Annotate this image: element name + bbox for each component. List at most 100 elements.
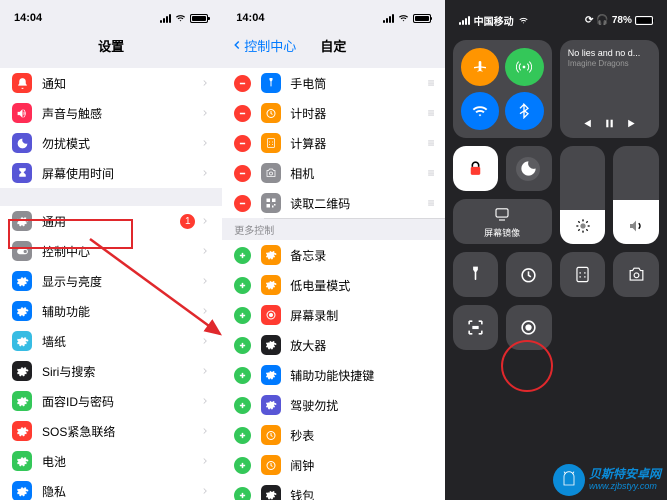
page-title: 自定 (320, 36, 346, 55)
lowpower-icon (261, 275, 281, 295)
sound-icon (12, 103, 32, 123)
battery-icon (635, 16, 653, 25)
settings-row[interactable]: 电池 (0, 446, 222, 476)
do-not-disturb-button[interactable] (506, 146, 552, 191)
control-row[interactable]: 驾驶勿扰 (222, 390, 444, 420)
settings-row[interactable]: 墙纸 (0, 326, 222, 356)
remove-button[interactable] (234, 165, 251, 182)
drag-handle-icon[interactable]: ≡ (428, 136, 433, 150)
add-button[interactable] (234, 487, 251, 500)
add-button[interactable] (234, 337, 251, 354)
settings-row[interactable]: 通知 (0, 68, 222, 98)
drag-handle-icon[interactable]: ≡ (428, 76, 433, 90)
control-row[interactable]: 读取二维码 ≡ (222, 188, 444, 218)
row-label: 秒表 (290, 427, 432, 444)
timer-button[interactable] (506, 252, 552, 297)
battery-icon (12, 451, 32, 471)
control-row[interactable]: 秒表 (222, 420, 444, 450)
add-button[interactable] (234, 367, 251, 384)
control-row[interactable]: 放大器 (222, 330, 444, 360)
control-row[interactable]: 备忘录 (222, 240, 444, 270)
screen-record-button[interactable] (506, 305, 552, 350)
screenshot-control-center-panel: 中国移动 ⟳🎧78% No lies and no d... Imagine D… (445, 0, 667, 500)
settings-row[interactable]: SOS紧急联络 (0, 416, 222, 446)
control-row[interactable]: 辅助功能快捷键 (222, 360, 444, 390)
control-row[interactable]: 相机 ≡ (222, 158, 444, 188)
flashlight-button[interactable] (453, 252, 499, 297)
play-icon[interactable] (603, 117, 616, 130)
add-button[interactable] (234, 427, 251, 444)
watermark: 贝斯特安卓网www.zjbstyy.com (553, 464, 661, 496)
chevron-icon (200, 274, 210, 288)
remove-button[interactable] (234, 75, 251, 92)
control-row[interactable]: 闹钟 (222, 450, 444, 480)
add-button[interactable] (234, 397, 251, 414)
prev-icon[interactable] (580, 117, 593, 130)
settings-row[interactable]: 通用 1 (0, 206, 222, 236)
connectivity-tile[interactable] (453, 40, 552, 138)
control-row[interactable]: 钱包 (222, 480, 444, 500)
control-row[interactable]: 手电筒 ≡ (222, 68, 444, 98)
chevron-icon (200, 76, 210, 90)
settings-list: 通知 声音与触感 勿扰模式 屏幕使用时间 通用 1 控制中心 显示与亮度 辅助功… (0, 68, 222, 500)
remove-button[interactable] (234, 195, 251, 212)
camera-icon (261, 163, 281, 183)
qr-scan-button[interactable] (453, 305, 499, 350)
status-bar: 14:04 (0, 0, 222, 30)
add-button[interactable] (234, 247, 251, 264)
volume-slider[interactable] (613, 146, 659, 244)
bluetooth-button[interactable] (505, 92, 544, 130)
moon-icon (12, 133, 32, 153)
control-row[interactable]: 计算器 ≡ (222, 128, 444, 158)
settings-row[interactable]: 声音与触感 (0, 98, 222, 128)
screen-mirroring-button[interactable]: 屏幕镜像 (453, 199, 552, 244)
settings-row[interactable]: 面容ID与密码 (0, 386, 222, 416)
add-button[interactable] (234, 307, 251, 324)
screenshot-settings: 14:04 设置 通知 声音与触感 勿扰模式 屏幕使用时间 通用 1 控制中心 (0, 0, 222, 500)
rotation-lock-icon: ⟳ (585, 15, 593, 26)
row-label: 勿扰模式 (42, 135, 200, 152)
add-button[interactable] (234, 457, 251, 474)
back-button[interactable]: 控制中心 (230, 36, 296, 55)
drag-handle-icon[interactable]: ≡ (428, 196, 433, 210)
chevron-icon (200, 136, 210, 150)
settings-row[interactable]: Siri与搜索 (0, 356, 222, 386)
calculator-button[interactable] (560, 252, 606, 297)
drag-handle-icon[interactable]: ≡ (428, 166, 433, 180)
note-icon (261, 245, 281, 265)
music-tile[interactable]: No lies and no d... Imagine Dragons (560, 40, 659, 138)
wifi-icon (174, 13, 187, 23)
control-row[interactable]: 计时器 ≡ (222, 98, 444, 128)
sos-icon (12, 421, 32, 441)
settings-row[interactable]: 辅助功能 (0, 296, 222, 326)
cellular-button[interactable] (505, 48, 544, 86)
camera-button[interactable] (613, 252, 659, 297)
drag-handle-icon[interactable]: ≡ (428, 106, 433, 120)
music-title: No lies and no d... (568, 48, 651, 58)
settings-row[interactable]: 控制中心 (0, 236, 222, 266)
brightness-slider[interactable] (560, 146, 606, 244)
chevron-icon (200, 214, 210, 228)
settings-row[interactable]: 隐私 (0, 476, 222, 500)
wifi-button[interactable] (461, 92, 500, 130)
signal-icon (459, 16, 470, 25)
control-row[interactable]: 屏幕录制 (222, 300, 444, 330)
settings-row[interactable]: 显示与亮度 (0, 266, 222, 296)
watermark-icon (553, 464, 585, 496)
alarm-icon (261, 455, 281, 475)
remove-button[interactable] (234, 135, 251, 152)
airplane-button[interactable] (461, 48, 500, 86)
rotation-lock-button[interactable] (453, 146, 499, 191)
access-icon (12, 301, 32, 321)
next-icon[interactable] (626, 117, 639, 130)
calc-icon (261, 133, 281, 153)
remove-button[interactable] (234, 105, 251, 122)
settings-row[interactable]: 屏幕使用时间 (0, 158, 222, 188)
customize-list: 手电筒 ≡ 计时器 ≡ 计算器 ≡ 相机 ≡ 读取二维码 ≡ 更多控制 备忘录 … (222, 68, 444, 500)
siri-icon (12, 361, 32, 381)
row-label: 相机 (290, 165, 427, 182)
add-button[interactable] (234, 277, 251, 294)
page-title: 设置 (98, 36, 124, 55)
settings-row[interactable]: 勿扰模式 (0, 128, 222, 158)
control-row[interactable]: 低电量模式 (222, 270, 444, 300)
